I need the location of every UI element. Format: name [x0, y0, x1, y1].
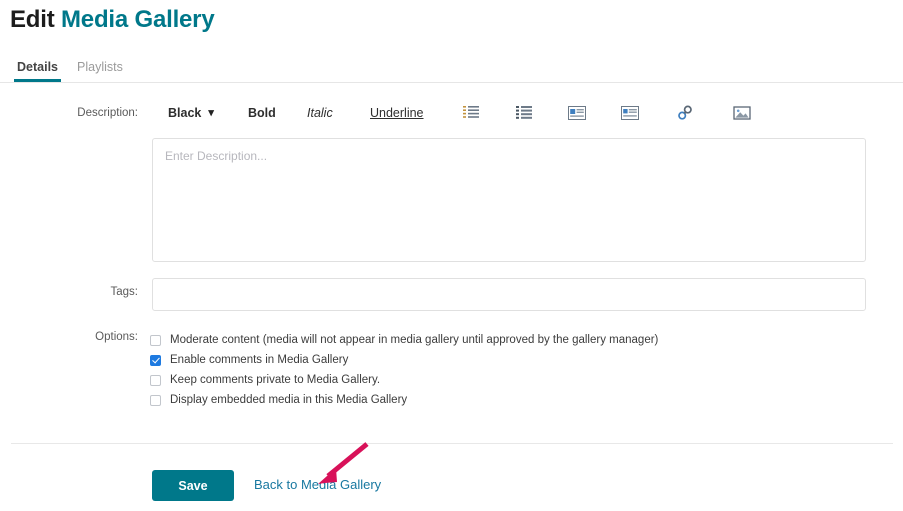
underline-button[interactable]: Underline [370, 101, 424, 125]
option-enable-comments[interactable]: Enable comments in Media Gallery [150, 350, 866, 370]
tab-playlists[interactable]: Playlists [74, 54, 126, 82]
option-label: Display embedded media in this Media Gal… [170, 394, 408, 406]
chevron-down-icon: ▾ [208, 107, 214, 119]
insert-image-icon[interactable] [733, 104, 751, 122]
tab-details[interactable]: Details [14, 54, 61, 82]
checkbox-keep-comments-private[interactable] [150, 374, 161, 386]
option-display-embedded-media[interactable]: Display embedded media in this Media Gal… [150, 390, 866, 410]
checkbox-moderate-content[interactable] [150, 334, 161, 346]
option-label: Enable comments in Media Gallery [170, 354, 349, 366]
bulleted-list-icon[interactable] [515, 104, 533, 122]
tab-bar: Details Playlists [0, 54, 903, 83]
editor-toolbar: Black ▾ Bold Italic Underline [152, 101, 866, 127]
text-color-dropdown[interactable]: Black ▾ [168, 101, 214, 125]
option-label: Moderate content (media will not appear … [170, 334, 659, 346]
option-moderate-content[interactable]: Moderate content (media will not appear … [150, 330, 866, 350]
align-left-image-icon[interactable] [568, 104, 586, 122]
back-to-media-gallery-link[interactable]: Back to Media Gallery [254, 477, 381, 492]
tags-input[interactable] [152, 278, 866, 311]
text-color-value: Black [168, 106, 202, 120]
checkbox-enable-comments[interactable] [150, 354, 161, 366]
numbered-list-icon[interactable] [462, 104, 480, 122]
description-textarea[interactable] [152, 138, 866, 262]
options-label: Options: [95, 331, 138, 343]
tags-label: Tags: [110, 286, 139, 298]
save-button[interactable]: Save [152, 470, 234, 501]
option-keep-comments-private[interactable]: Keep comments private to Media Gallery. [150, 370, 866, 390]
options-group: Moderate content (media will not appear … [150, 330, 866, 410]
bold-button[interactable]: Bold [248, 101, 276, 125]
checkbox-display-embedded-media[interactable] [150, 394, 161, 406]
page-title-main: Media Gallery [61, 6, 215, 33]
link-icon[interactable] [676, 104, 694, 122]
italic-button[interactable]: Italic [307, 101, 333, 125]
align-right-image-icon[interactable] [621, 104, 639, 122]
page-title: Edit Media Gallery [10, 6, 215, 34]
page-title-prefix: Edit [10, 6, 55, 33]
option-label: Keep comments private to Media Gallery. [170, 374, 381, 386]
footer-divider [11, 443, 893, 444]
description-label: Description: [77, 107, 138, 119]
